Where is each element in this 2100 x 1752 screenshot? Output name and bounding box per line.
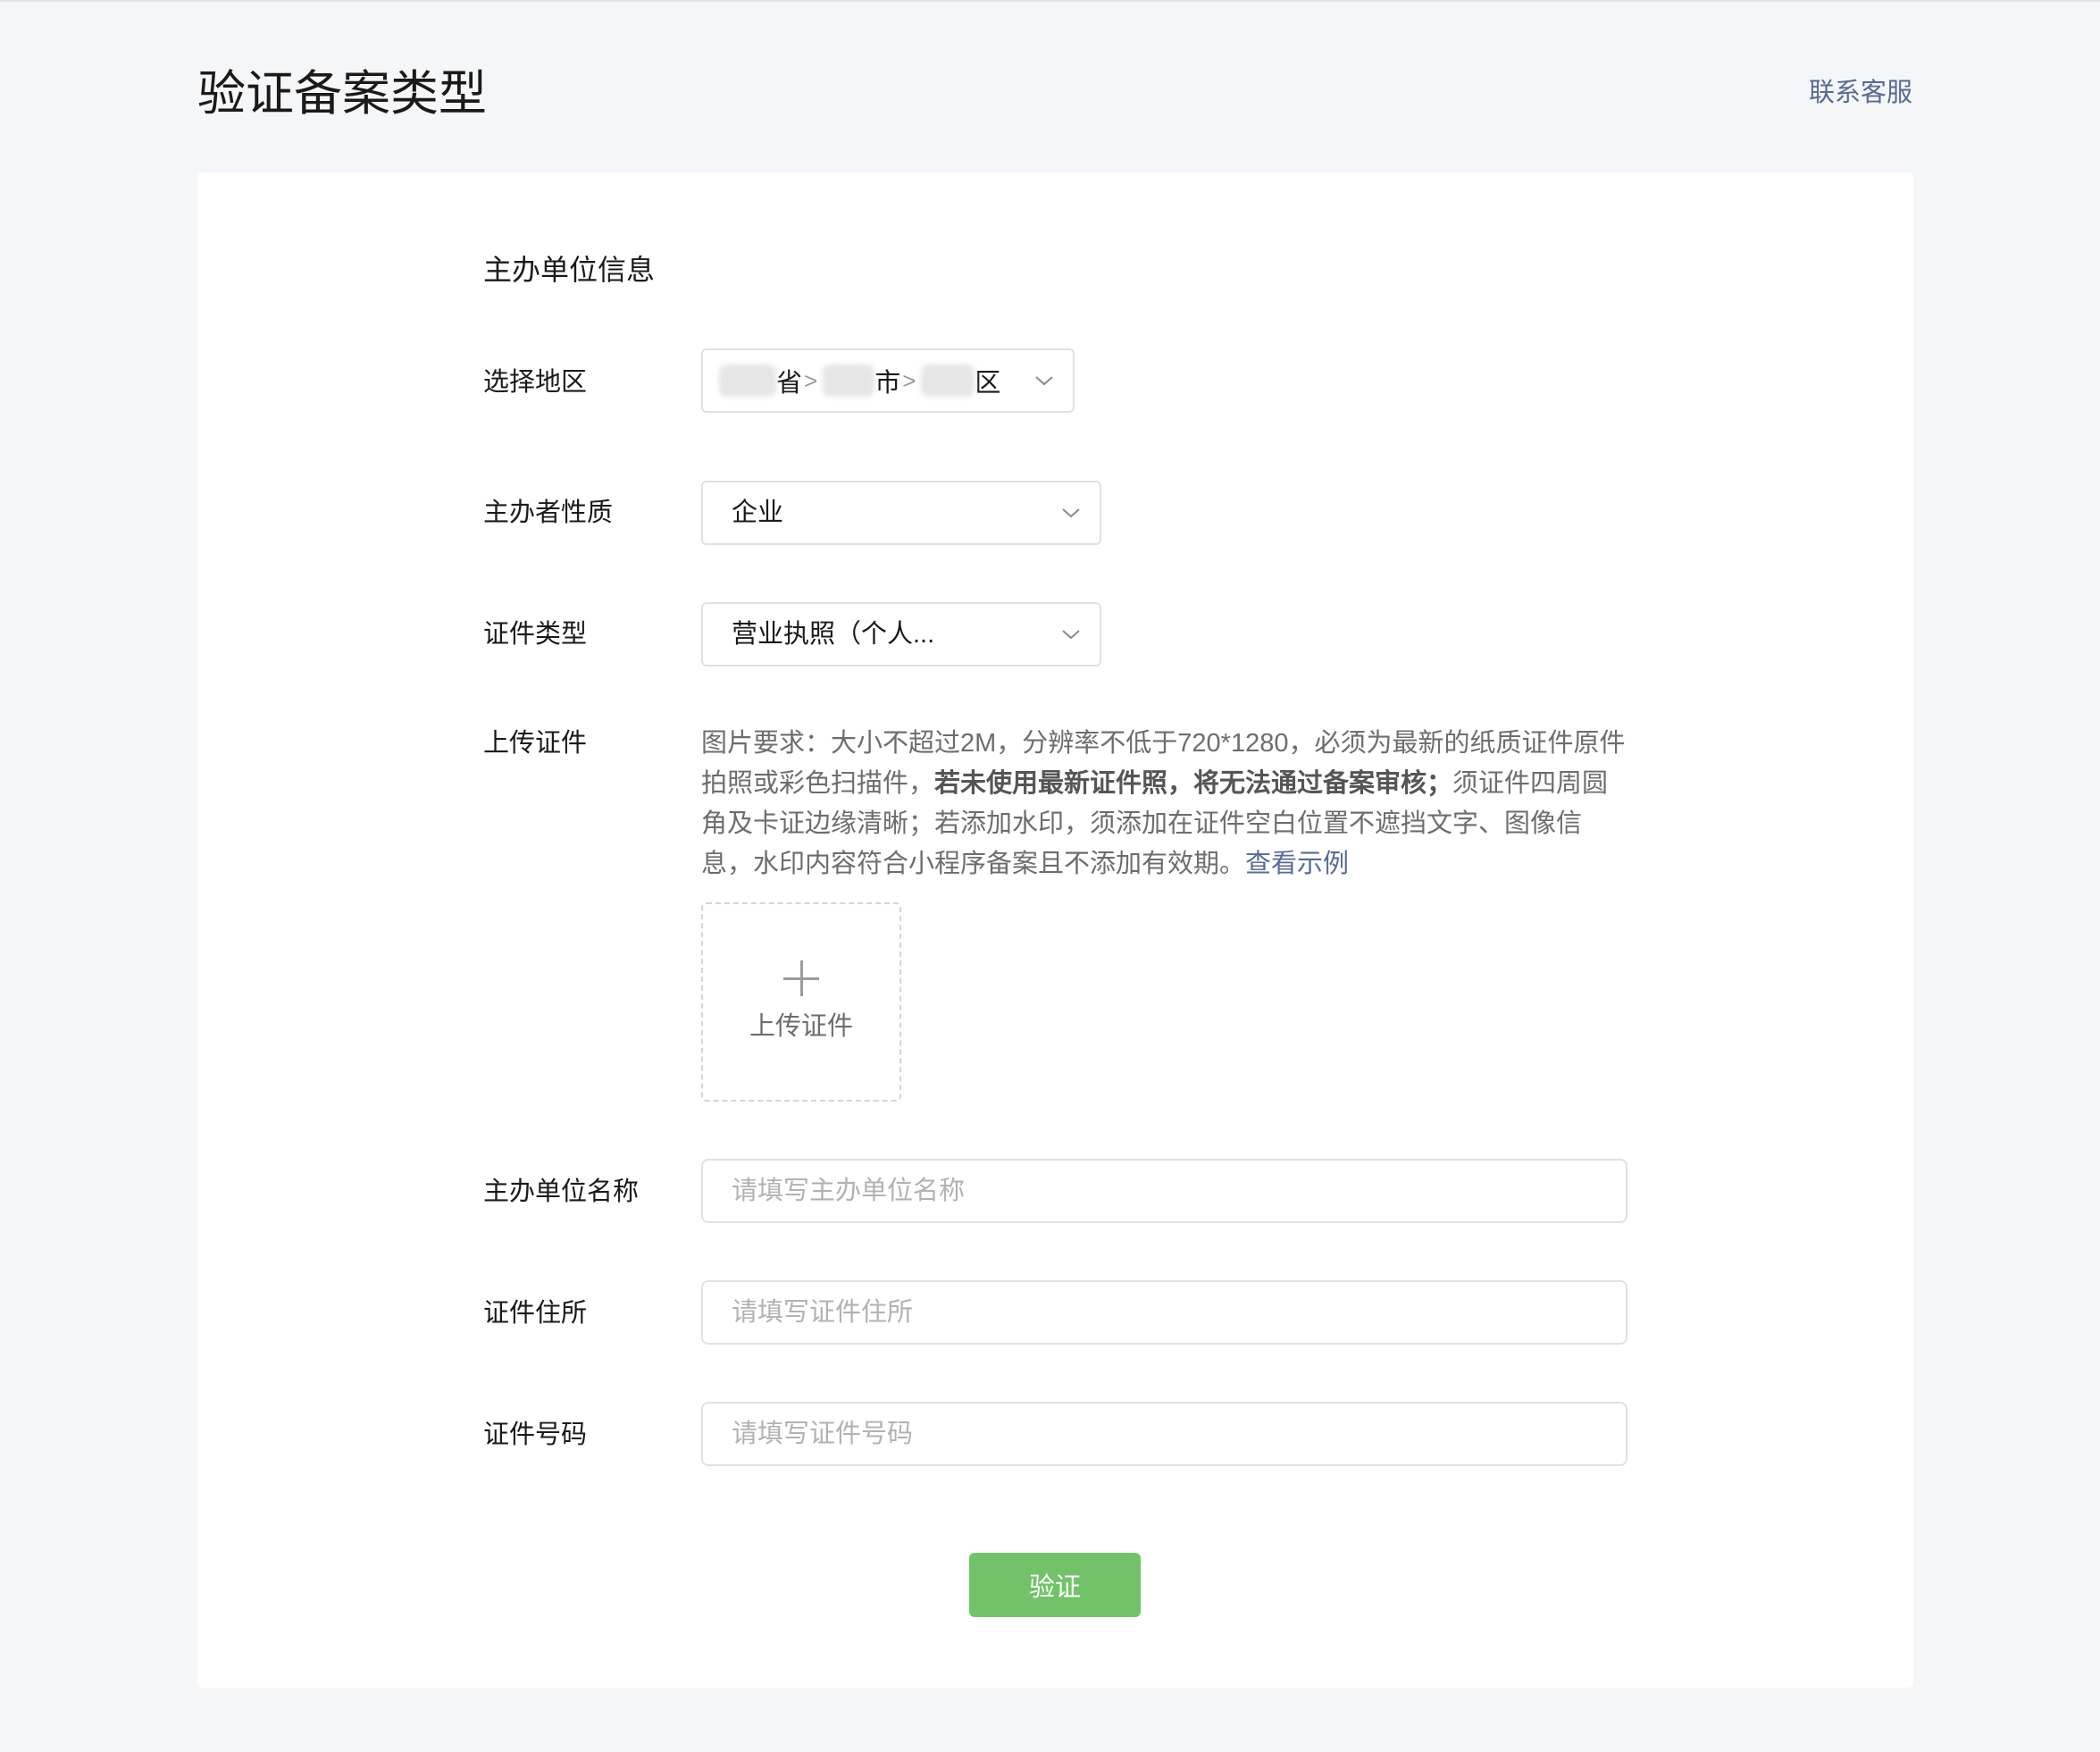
- upload-label: 上传证件: [483, 729, 588, 758]
- upload-button-label: 上传证件: [749, 1011, 853, 1041]
- organizer-type-value: 企业: [732, 499, 784, 527]
- cert-type-label: 证件类型: [483, 620, 588, 649]
- cert-number-label: 证件号码: [483, 1421, 588, 1449]
- province-suffix: 省: [776, 369, 803, 398]
- section-title: 主办单位信息: [483, 254, 656, 286]
- cert-type-value: 营业执照（个人...: [732, 620, 935, 649]
- cert-address-label: 证件住所: [483, 1299, 588, 1328]
- page-title: 验证备案类型: [197, 67, 487, 121]
- chevron-down-icon: [1060, 502, 1082, 524]
- region-select[interactable]: 省 > 市 > 区: [701, 348, 1075, 413]
- region-separator: >: [804, 366, 818, 394]
- org-name-input[interactable]: [701, 1159, 1627, 1223]
- organizer-type-label: 主办者性质: [483, 499, 614, 527]
- cert-type-select[interactable]: 营业执照（个人...: [701, 602, 1101, 666]
- verify-button[interactable]: 验证: [969, 1553, 1141, 1617]
- city-redacted: [823, 365, 875, 397]
- city-suffix: 市: [874, 369, 901, 398]
- plus-icon: [783, 960, 819, 996]
- region-separator: >: [902, 366, 916, 394]
- cert-number-input[interactable]: [701, 1402, 1627, 1466]
- org-name-label: 主办单位名称: [483, 1178, 640, 1206]
- region-value: 省 > 市 > 区: [703, 362, 1000, 399]
- upload-requirements: 图片要求：大小不超过2M，分辨率不低于720*1280，必须为最新的纸质证件原件…: [701, 724, 1630, 884]
- district-suffix: 区: [975, 369, 1001, 398]
- province-redacted: [719, 365, 776, 397]
- view-example-link[interactable]: 查看示例: [1245, 850, 1349, 878]
- district-redacted: [921, 365, 975, 397]
- chevron-down-icon: [1033, 370, 1055, 391]
- top-divider: [0, 0, 2100, 2]
- upload-certificate-button[interactable]: 上传证件: [701, 902, 901, 1102]
- hint-warning: 若未使用最新证件照，将无法通过备案审核；: [934, 769, 1453, 798]
- cert-address-input[interactable]: [701, 1280, 1627, 1345]
- contact-support-link[interactable]: 联系客服: [1809, 75, 1912, 111]
- organizer-type-select[interactable]: 企业: [701, 481, 1101, 545]
- chevron-down-icon: [1060, 624, 1082, 645]
- region-label: 选择地区: [483, 368, 588, 397]
